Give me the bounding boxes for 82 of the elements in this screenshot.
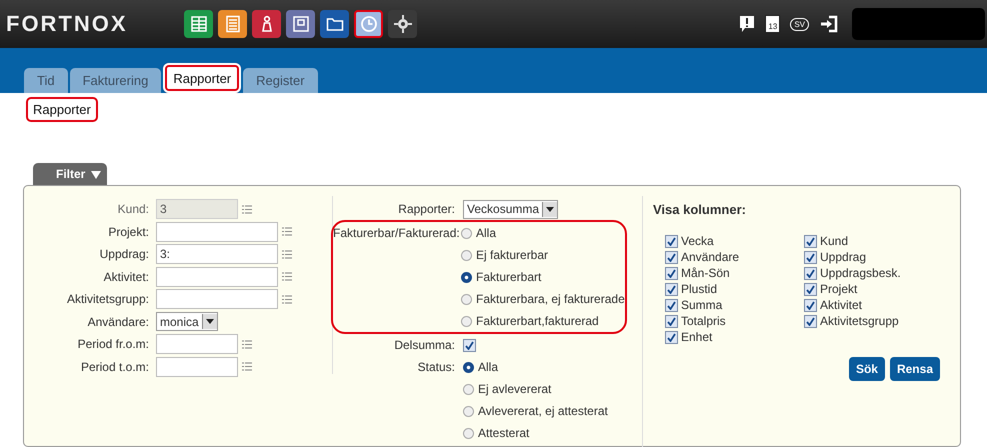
language-button[interactable]: SV — [790, 18, 809, 30]
input-field[interactable] — [156, 266, 278, 287]
column-checkbox[interactable]: Aktivitetsgrupp — [804, 313, 943, 329]
checkbox[interactable] — [463, 338, 476, 352]
user-select[interactable]: monica — [156, 312, 218, 332]
field-label: Aktivitet: — [102, 270, 150, 284]
radio-option[interactable]: Avlevererat, ej attesterat — [463, 404, 608, 418]
tab[interactable]: Register — [243, 68, 318, 93]
column-checkbox[interactable]: Enhet — [665, 329, 804, 345]
list-icon[interactable] — [282, 272, 292, 282]
filter-tab[interactable]: Filter — [33, 163, 108, 185]
date-field[interactable] — [156, 334, 238, 354]
spreadsheet-icon — [190, 15, 208, 33]
column-checkbox[interactable]: Totalpris — [665, 313, 804, 329]
list-icon[interactable] — [242, 340, 252, 349]
caret-icon — [91, 170, 102, 178]
radio-option[interactable]: Ej fakturerbar — [461, 248, 548, 262]
input-field[interactable]: 3: — [156, 244, 278, 264]
column-checkbox[interactable]: Projekt — [804, 281, 943, 297]
sheet-app-button[interactable] — [184, 10, 213, 38]
section-title: Visa kolumner: — [653, 202, 747, 217]
field-label: Period fr.o.m: — [76, 337, 150, 352]
field-label: Projekt: — [107, 224, 150, 239]
caret-icon — [206, 319, 214, 324]
tab[interactable]: Fakturering — [70, 68, 162, 93]
date-field[interactable] — [156, 356, 238, 377]
select-value: Veckosumma — [467, 202, 540, 216]
radio-option[interactable]: Alla — [463, 360, 498, 374]
list-icon[interactable] — [242, 204, 252, 214]
report-select[interactable]: Veckosumma — [463, 200, 558, 218]
field-label: Användare: — [86, 314, 150, 329]
radio-option[interactable]: Ej avlevererat — [463, 382, 552, 396]
field-label: Rapporter: — [397, 202, 456, 216]
logo: FORTNOX — [6, 11, 129, 37]
settings-icon — [394, 15, 412, 33]
field-label: Kund: — [116, 202, 150, 216]
folder-app-button[interactable] — [320, 10, 349, 38]
column-checkbox[interactable]: Summa — [665, 297, 804, 313]
column-checkbox[interactable]: Vecka — [665, 233, 804, 249]
gear-app-button[interactable] — [388, 10, 417, 38]
document-icon — [224, 15, 242, 33]
column-checkbox[interactable]: Användare — [665, 249, 804, 265]
list-icon[interactable] — [282, 294, 292, 304]
column-checkbox[interactable]: Uppdragsbesk. — [804, 265, 943, 281]
action-button[interactable]: Rensa — [890, 357, 940, 381]
page-heading: Rapporter — [26, 97, 98, 122]
radio-option[interactable]: Alla — [461, 226, 496, 240]
column-checkbox[interactable]: Mån-Sön — [665, 265, 804, 281]
document-app-button[interactable] — [218, 10, 247, 38]
alert-icon[interactable] — [739, 15, 756, 33]
radio-option[interactable]: Attesterat — [463, 426, 530, 440]
tab[interactable]: Tid — [24, 68, 68, 93]
input-field[interactable] — [156, 222, 278, 242]
person-app-button[interactable] — [252, 10, 281, 38]
column-checkbox[interactable]: Aktivitet — [804, 297, 943, 313]
column-checkbox[interactable]: Kund — [804, 233, 943, 249]
field-label: Aktivitetsgrupp: — [66, 292, 150, 306]
field-label: Fakturerbar/Fakturerad: — [333, 226, 461, 240]
select-value: monica — [160, 314, 200, 329]
window-app-button[interactable] — [286, 10, 315, 38]
radio-option[interactable]: Fakturerbara, ej fakturerade — [461, 292, 625, 306]
list-icon[interactable] — [282, 250, 292, 259]
input-field[interactable] — [156, 289, 278, 310]
window-icon — [292, 15, 310, 33]
column-checkbox[interactable]: Uppdrag — [804, 249, 943, 265]
column-checkbox[interactable]: Plustid — [665, 281, 804, 297]
tab[interactable]: Rapporter — [163, 63, 242, 93]
radio-option[interactable]: Fakturerbart — [461, 270, 542, 284]
field-label: Uppdrag: — [98, 247, 150, 262]
clock-app-button[interactable] — [354, 10, 383, 38]
action-button[interactable]: Sök — [848, 357, 885, 381]
radio-option[interactable]: Fakturerbart,fakturerad — [461, 314, 599, 328]
clock-icon — [360, 15, 378, 33]
field-label: Status: — [416, 360, 456, 374]
field-label: Period t.o.m: — [80, 360, 150, 374]
list-icon[interactable] — [242, 362, 252, 372]
field-label: Delsumma: — [393, 338, 456, 352]
caret-icon — [546, 206, 554, 212]
logout-icon[interactable] — [820, 15, 838, 33]
list-icon[interactable] — [282, 227, 292, 236]
checkmark-icon — [465, 340, 474, 350]
calendar-button[interactable]: 13 — [766, 16, 780, 32]
